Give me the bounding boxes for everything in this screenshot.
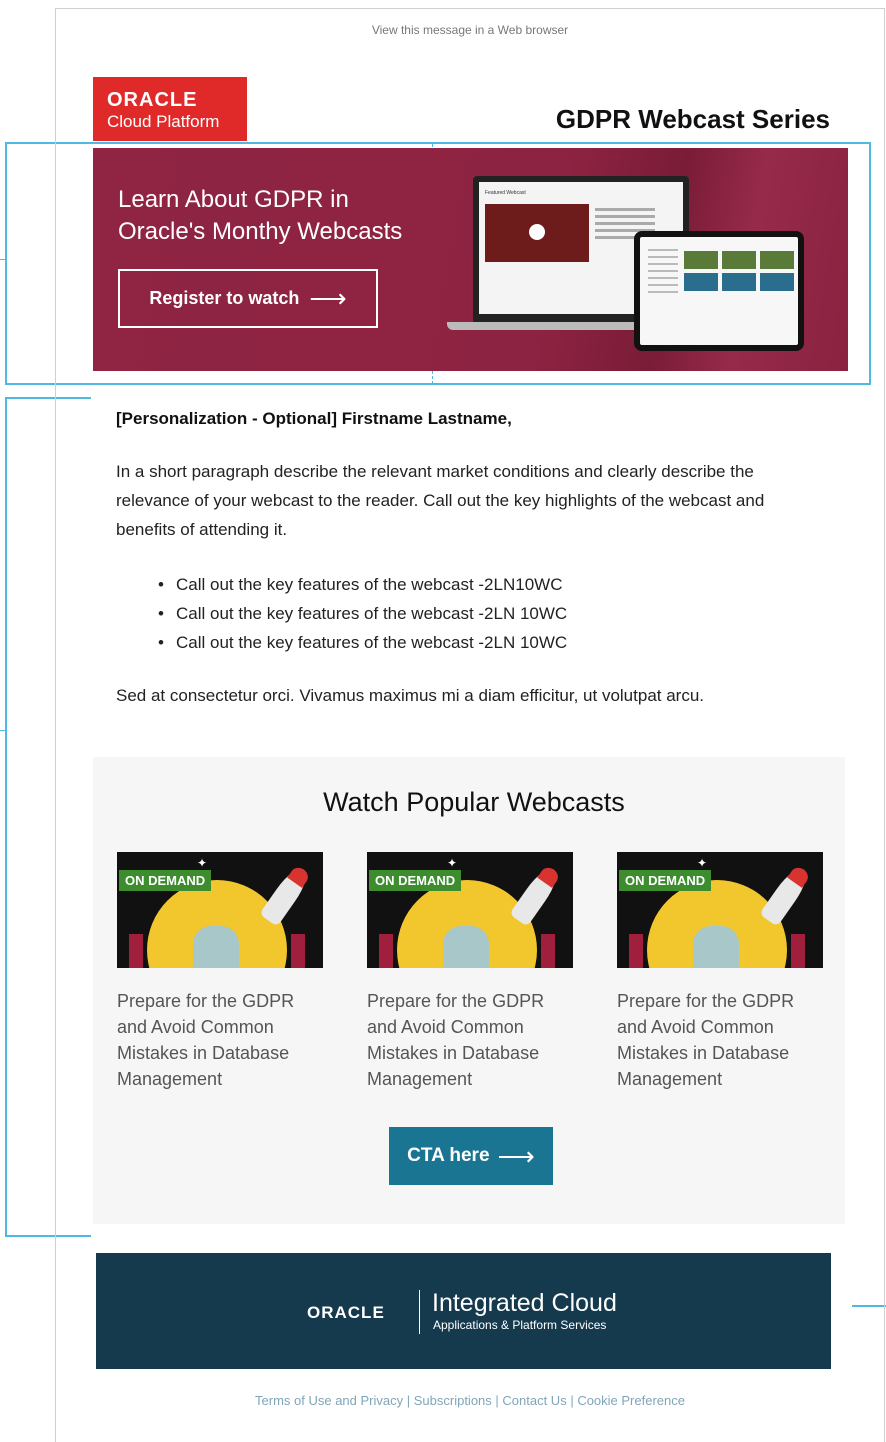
pillar-shape [541, 934, 555, 968]
rocket-icon [259, 863, 313, 927]
pillar-shape [291, 934, 305, 968]
webcast-title[interactable]: Prepare for the GDPR and Avoid Common Mi… [617, 988, 823, 1092]
star-icon: ✦ [197, 856, 208, 870]
link-separator: | [491, 1393, 503, 1408]
webcast-thumbnail[interactable]: ✦ ON DEMAND [367, 852, 573, 968]
laptop-featured-label: Featured Webcast [485, 190, 526, 196]
hero-title: Learn About GDPR in Oracle's Monthy Webc… [118, 186, 403, 245]
footer-divider [419, 1290, 420, 1334]
contact-link[interactable]: Contact Us [502, 1393, 566, 1408]
pillar-shape [129, 934, 143, 968]
webcast-card[interactable]: ✦ ON DEMAND Prepare for the GDPR and Avo… [367, 852, 573, 1092]
oracle-cloud-logo[interactable]: ORACLE Cloud Platform [93, 77, 247, 141]
rocket-icon [509, 863, 563, 927]
closing-text: Sed at consectetur orci. Vivamus maximus… [116, 686, 705, 705]
webcast-thumbnail[interactable]: ✦ ON DEMAND [117, 852, 323, 968]
series-title: GDPR Webcast Series [555, 104, 830, 134]
astronaut-shape [693, 926, 739, 968]
star-icon: ✦ [697, 856, 708, 870]
footer-brand-band: ORACLE Integrated Cloud Applications & P… [96, 1253, 831, 1369]
webcast-title[interactable]: Prepare for the GDPR and Avoid Common Mi… [117, 988, 323, 1092]
popular-webcasts-section: Watch Popular Webcasts ✦ ON DEMAND Prepa… [93, 757, 845, 1224]
on-demand-badge: ON DEMAND [369, 870, 462, 891]
tablet-menu [648, 249, 678, 298]
logo-word: ORACLE [107, 89, 198, 111]
webcast-card[interactable]: ✦ ON DEMAND Prepare for the GDPR and Avo… [117, 852, 323, 1092]
register-button[interactable]: Register to watch ⟶ [118, 269, 378, 328]
subscriptions-link[interactable]: Subscriptions [414, 1393, 492, 1408]
on-demand-badge: ON DEMAND [619, 870, 712, 891]
list-item: Call out the key features of the webcast… [158, 628, 567, 657]
list-item: Call out the key features of the webcast… [158, 599, 567, 628]
pillar-shape [379, 934, 393, 968]
webcast-thumbnail[interactable]: ✦ ON DEMAND [617, 852, 823, 968]
cookie-link[interactable]: Cookie Preference [577, 1393, 685, 1408]
webcast-title[interactable]: Prepare for the GDPR and Avoid Common Mi… [367, 988, 573, 1092]
cta-label: CTA here [407, 1145, 490, 1166]
terms-link[interactable]: Terms of Use and Privacy [255, 1393, 403, 1408]
footer-oracle-logo[interactable]: ORACLE [307, 1303, 385, 1323]
popular-title: Watch Popular Webcasts [323, 787, 625, 817]
view-in-browser-link[interactable]: View this message in a Web browser [55, 23, 885, 37]
astronaut-shape [193, 926, 239, 968]
tablet-video-grid [684, 251, 794, 291]
footer-subtagline: Applications & Platform Services [433, 1318, 607, 1332]
pillar-shape [629, 934, 643, 968]
hero-banner: Learn About GDPR in Oracle's Monthy Webc… [93, 148, 848, 371]
rocket-icon [759, 863, 813, 927]
star-icon: ✦ [447, 856, 458, 870]
logo-sub: Cloud Platform [107, 112, 220, 131]
pillar-shape [791, 934, 805, 968]
link-separator: | [566, 1393, 578, 1408]
footer-tagline: Integrated Cloud [432, 1289, 617, 1317]
greeting: [Personalization - Optional] Firstname L… [116, 409, 512, 428]
feature-list: Call out the key features of the webcast… [158, 570, 567, 657]
register-button-label: Register to watch [149, 288, 300, 308]
arrow-right-icon: ⟶ [309, 283, 347, 313]
intro-paragraph: In a short paragraph describe the releva… [116, 462, 765, 539]
video-thumbnail [485, 204, 589, 262]
link-separator: | [403, 1393, 414, 1408]
legal-links: Terms of Use and Privacy | Subscriptions… [55, 1393, 885, 1408]
list-item: Call out the key features of the webcast… [158, 570, 567, 599]
guide-tick [0, 259, 6, 260]
cta-button[interactable]: CTA here ⟶ [389, 1127, 553, 1185]
play-icon [529, 224, 545, 240]
arrow-right-icon: ⟶ [497, 1140, 535, 1171]
astronaut-shape [443, 926, 489, 968]
guide-tick [0, 730, 6, 731]
webcast-card[interactable]: ✦ ON DEMAND Prepare for the GDPR and Avo… [617, 852, 823, 1092]
tablet-illustration [634, 231, 804, 351]
on-demand-badge: ON DEMAND [119, 870, 212, 891]
